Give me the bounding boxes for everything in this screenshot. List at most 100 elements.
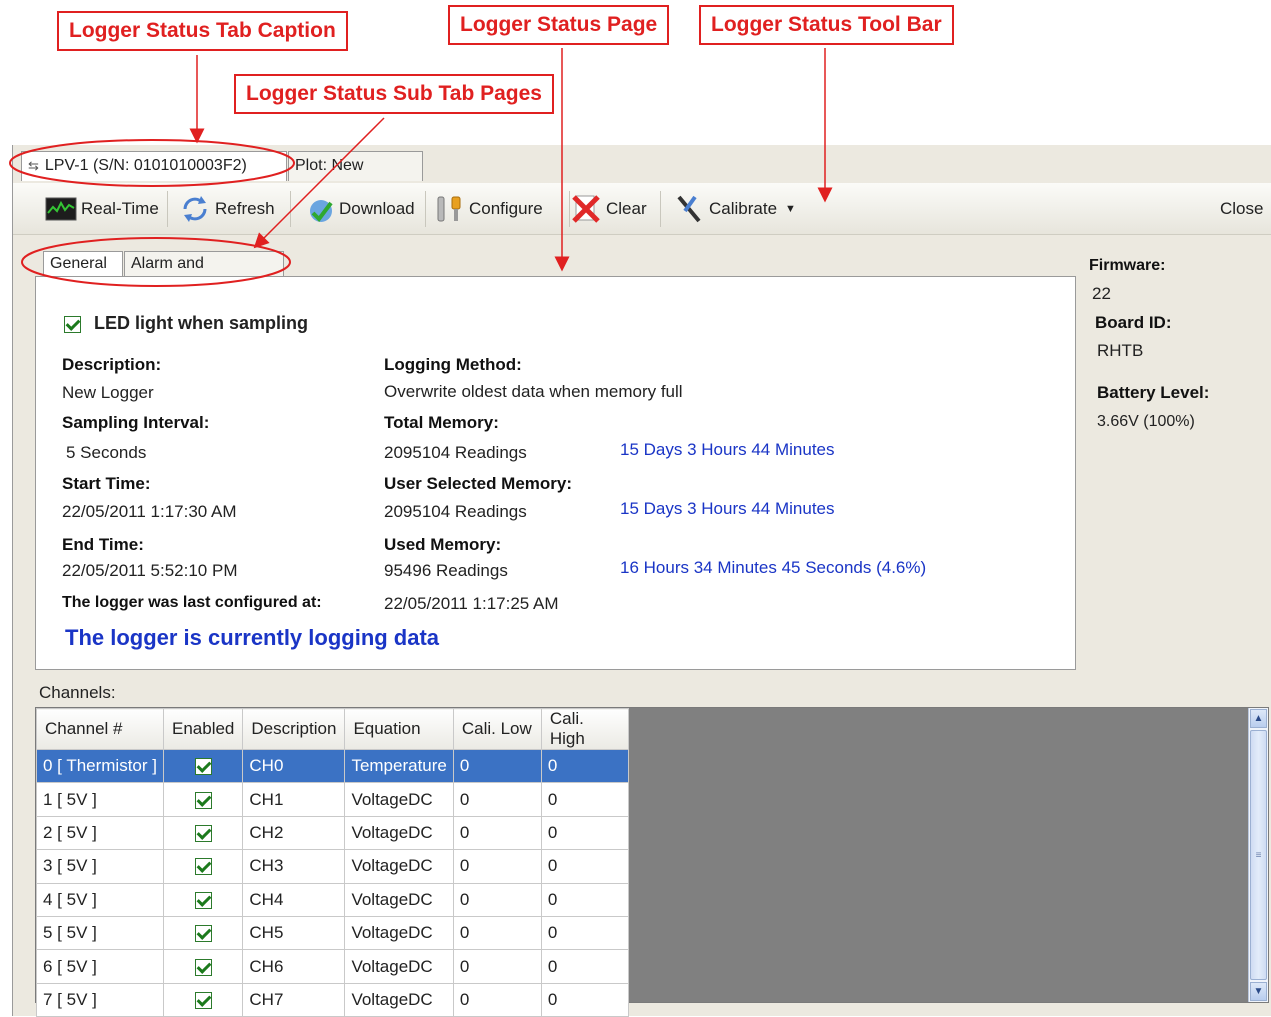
cell-channel[interactable]: 2 [ 5V ]: [36, 815, 164, 851]
tab-logger-status[interactable]: ⇆ LPV-1 (S/N: 0101010003F2): [21, 151, 287, 181]
enabled-checkbox[interactable]: [194, 958, 212, 976]
table-row[interactable]: 3 [ 5V ] CH3 VoltageDC 0 0: [36, 849, 629, 884]
column-header-channel[interactable]: Channel #: [36, 708, 164, 750]
led-checkbox[interactable]: [64, 315, 81, 333]
enabled-checkbox[interactable]: [194, 791, 212, 809]
cell-cali-low[interactable]: 0: [452, 949, 542, 984]
calibrate-button[interactable]: Calibrate ▼: [673, 191, 796, 227]
table-row[interactable]: 0 [ Thermistor ] CH0 Temperature 0 0: [36, 748, 629, 784]
cell-enabled[interactable]: [162, 882, 244, 917]
download-icon: [310, 200, 333, 223]
cell-cali-high[interactable]: 0: [540, 882, 629, 917]
cell-cali-low[interactable]: 0: [452, 882, 542, 917]
cell-equation[interactable]: VoltageDC: [344, 849, 454, 884]
cell-channel[interactable]: 3 [ 5V ]: [36, 849, 164, 884]
download-label: Download: [339, 199, 415, 218]
scroll-up-icon[interactable]: ▲: [1250, 709, 1267, 728]
calibrate-icon: [677, 195, 701, 223]
cell-description[interactable]: CH7: [242, 982, 346, 1017]
cell-enabled[interactable]: [162, 982, 244, 1017]
cell-equation[interactable]: VoltageDC: [344, 982, 454, 1017]
table-row[interactable]: 5 [ 5V ] CH5 VoltageDC 0 0: [36, 915, 629, 951]
enabled-checkbox[interactable]: [194, 758, 212, 776]
column-header-equation[interactable]: Equation: [344, 708, 454, 750]
scroll-down-icon[interactable]: ▼: [1250, 982, 1267, 1001]
column-header-cali-high[interactable]: Cali. High: [540, 708, 629, 750]
cell-equation[interactable]: VoltageDC: [344, 882, 454, 917]
cell-equation[interactable]: Temperature: [344, 748, 454, 784]
end-time-label: End Time:: [62, 535, 144, 554]
table-row[interactable]: 7 [ 5V ] CH7 VoltageDC 0 0: [36, 982, 629, 1017]
last-configured-value: 22/05/2011 1:17:25 AM: [384, 594, 559, 613]
cell-enabled[interactable]: [162, 849, 244, 884]
cell-channel[interactable]: 7 [ 5V ]: [36, 982, 164, 1017]
table-row[interactable]: 4 [ 5V ] CH4 VoltageDC 0 0: [36, 882, 629, 917]
cell-cali-low[interactable]: 0: [452, 849, 542, 884]
cell-description[interactable]: CH6: [242, 949, 346, 984]
cell-channel[interactable]: 6 [ 5V ]: [36, 949, 164, 984]
cell-equation[interactable]: VoltageDC: [344, 915, 454, 951]
cell-cali-low[interactable]: 0: [452, 748, 542, 784]
download-button[interactable]: Download: [303, 191, 415, 227]
cell-channel[interactable]: 4 [ 5V ]: [36, 882, 164, 917]
cell-cali-low[interactable]: 0: [452, 915, 542, 951]
column-header-enabled[interactable]: Enabled: [162, 708, 244, 750]
refresh-button[interactable]: Refresh: [179, 191, 275, 227]
cell-cali-high[interactable]: 0: [540, 815, 629, 851]
real-time-button[interactable]: Real-Time: [45, 191, 159, 227]
tab-plot[interactable]: Plot: New Logger: [288, 151, 423, 202]
cell-cali-low[interactable]: 0: [452, 782, 542, 817]
column-header-description[interactable]: Description: [242, 708, 346, 750]
cell-enabled[interactable]: [162, 782, 244, 817]
enabled-checkbox[interactable]: [194, 925, 212, 943]
cell-description[interactable]: CH1: [242, 782, 346, 817]
calibrate-dropdown-icon[interactable]: ▼: [785, 203, 796, 215]
cell-channel[interactable]: 0 [ Thermistor ]: [36, 748, 164, 784]
cell-cali-high[interactable]: 0: [540, 949, 629, 984]
cell-equation[interactable]: VoltageDC: [344, 782, 454, 817]
cell-cali-low[interactable]: 0: [452, 982, 542, 1017]
cell-channel[interactable]: 5 [ 5V ]: [36, 915, 164, 951]
led-option[interactable]: LED light when sampling: [64, 313, 308, 334]
toolbar-separator: [425, 191, 426, 227]
cell-description[interactable]: CH5: [242, 915, 346, 951]
cell-description[interactable]: CH2: [242, 815, 346, 851]
clear-button[interactable]: Clear: [570, 191, 647, 227]
cell-enabled[interactable]: [162, 949, 244, 984]
table-row[interactable]: 6 [ 5V ] CH6 VoltageDC 0 0: [36, 949, 629, 984]
column-header-cali-low[interactable]: Cali. Low: [452, 708, 542, 750]
configure-button[interactable]: Configure: [433, 191, 543, 227]
cell-enabled[interactable]: [162, 815, 244, 851]
scroll-thumb[interactable]: ≡: [1250, 730, 1267, 980]
enabled-checkbox[interactable]: [194, 891, 212, 909]
cell-cali-high[interactable]: 0: [540, 915, 629, 951]
cell-channel[interactable]: 1 [ 5V ]: [36, 782, 164, 817]
table-row[interactable]: 1 [ 5V ] CH1 VoltageDC 0 0: [36, 782, 629, 817]
cell-cali-high[interactable]: 0: [540, 782, 629, 817]
cell-cali-high[interactable]: 0: [540, 748, 629, 784]
cell-description[interactable]: CH0: [242, 748, 346, 784]
cell-description[interactable]: CH4: [242, 882, 346, 917]
logging-method-value: Overwrite oldest data when memory full: [384, 382, 683, 401]
subtab-general[interactable]: General: [43, 251, 123, 277]
enabled-checkbox[interactable]: [194, 991, 212, 1009]
enabled-checkbox[interactable]: [194, 858, 212, 876]
cell-enabled[interactable]: [162, 748, 244, 784]
logger-window: ⇆ LPV-1 (S/N: 0101010003F2) Plot: New Log…: [12, 145, 1271, 1017]
table-row[interactable]: 2 [ 5V ] CH2 VoltageDC 0 0: [36, 815, 629, 851]
cell-cali-low[interactable]: 0: [452, 815, 542, 851]
cell-enabled[interactable]: [162, 915, 244, 951]
configure-label: Configure: [469, 199, 543, 218]
cell-cali-high[interactable]: 0: [540, 982, 629, 1017]
close-label: Close: [1220, 199, 1264, 218]
cell-equation[interactable]: VoltageDC: [344, 815, 454, 851]
enabled-checkbox[interactable]: [194, 824, 212, 842]
subtab-alarm-excitation[interactable]: Alarm and Excitation: [124, 251, 284, 296]
close-button[interactable]: Close: [1220, 191, 1263, 227]
cell-cali-high[interactable]: 0: [540, 849, 629, 884]
cell-description[interactable]: CH3: [242, 849, 346, 884]
led-label: LED light when sampling: [94, 313, 309, 333]
cell-equation[interactable]: VoltageDC: [344, 949, 454, 984]
vertical-scrollbar[interactable]: ▲ ≡ ▼: [1248, 708, 1268, 1002]
channels-header-row: Channel # Enabled Description Equation C…: [36, 708, 629, 750]
